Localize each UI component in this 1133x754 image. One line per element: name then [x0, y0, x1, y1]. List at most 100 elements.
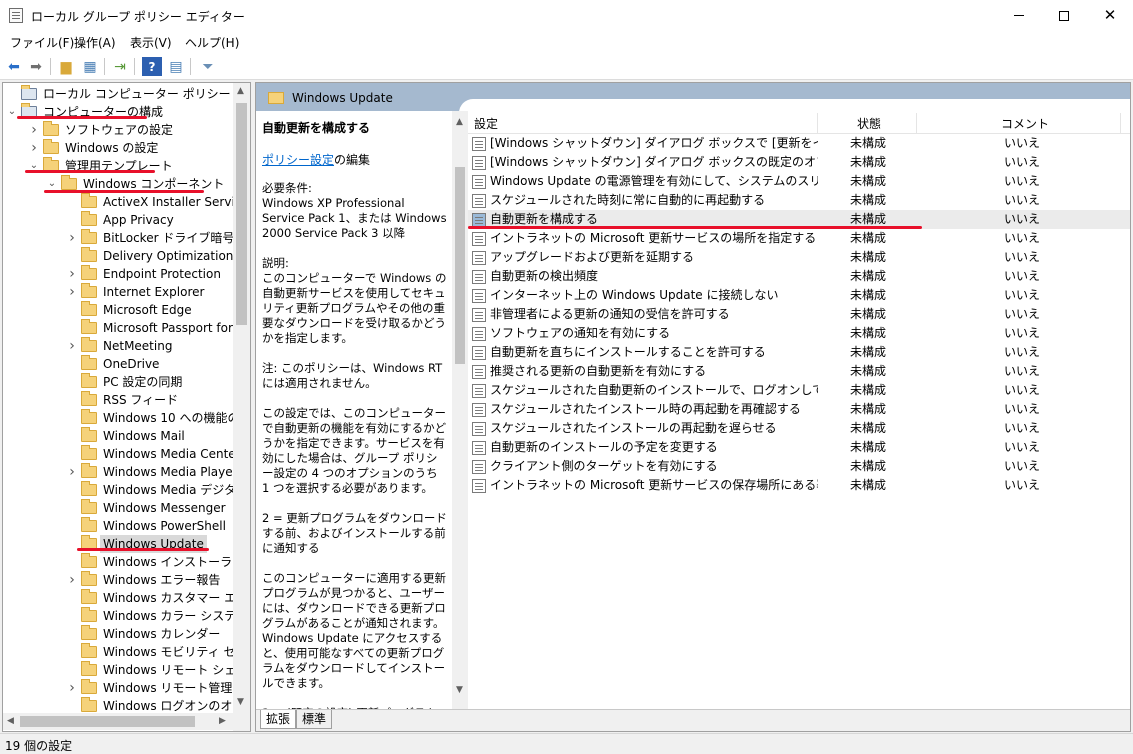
folder-icon: [81, 643, 97, 658]
annotation-underline: [44, 190, 204, 193]
policy-setting-icon: [472, 213, 486, 227]
policy-name: アップグレードおよび更新を延期する: [490, 250, 695, 264]
policy-row[interactable]: インターネット上の Windows Update に接続しない 未構成 いいえ: [468, 286, 1130, 305]
policy-row[interactable]: スケジュールされた時刻に常に自動的に再起動する 未構成 いいえ: [468, 191, 1130, 210]
menu-action[interactable]: 操作(A): [74, 34, 116, 51]
folder-icon: [81, 247, 97, 262]
tree-item-label: Windows エラー報告: [103, 573, 221, 587]
properties-button[interactable]: ▤: [166, 57, 186, 76]
tree-item-label: Windows カラー システム: [103, 609, 248, 623]
up-folder-button[interactable]: ▆: [56, 57, 76, 76]
policy-row[interactable]: スケジュールされた自動更新のインストールで、ログオンしているユーザ... 未構成 い…: [468, 381, 1130, 400]
column-setting[interactable]: 設定: [474, 115, 498, 132]
menu-help[interactable]: ヘルプ(H): [185, 34, 239, 51]
maximize-button[interactable]: [1041, 0, 1087, 31]
tree-item-label: Microsoft Passport for W: [103, 321, 249, 335]
chevron-right-icon[interactable]: ›: [67, 265, 77, 283]
policy-row[interactable]: 自動更新を直ちにインストールすることを許可する 未構成 いいえ: [468, 343, 1130, 362]
scroll-down-icon: ▼: [456, 685, 463, 695]
folder-icon: [81, 337, 97, 352]
column-state[interactable]: 状態: [857, 115, 881, 132]
policy-state: 未構成: [850, 155, 887, 169]
policy-row[interactable]: スケジュールされたインストール時の再起動を再確認する 未構成 いいえ: [468, 400, 1130, 419]
policy-row[interactable]: 自動更新の検出頻度 未構成 いいえ: [468, 267, 1130, 286]
column-comment[interactable]: コメント: [1001, 115, 1049, 132]
status-text: 19 個の設定: [5, 739, 73, 753]
policy-name: 自動更新を直ちにインストールすることを許可する: [490, 345, 766, 359]
tree-item-label: Internet Explorer: [103, 285, 205, 299]
policy-row[interactable]: イントラネットの Microsoft 更新サービスの保存場所にある署名済... 未…: [468, 476, 1130, 495]
folder-icon: [81, 409, 97, 424]
policy-row[interactable]: クライアント側のターゲットを有効にする 未構成 いいえ: [468, 457, 1130, 476]
policy-row[interactable]: [Windows シャットダウン] ダイアログ ボックスで [更新をインストール…: [468, 134, 1130, 153]
tree-vertical-scrollbar[interactable]: ▲ ▼: [233, 83, 250, 731]
minimize-button[interactable]: [996, 0, 1042, 31]
column-divider[interactable]: [817, 113, 818, 133]
tab-standard[interactable]: 標準: [296, 710, 333, 729]
tree-scroll-thumb[interactable]: [236, 103, 247, 325]
chevron-right-icon[interactable]: ›: [29, 139, 39, 157]
policy-icon: [21, 85, 37, 100]
chevron-right-icon[interactable]: ›: [67, 337, 77, 355]
folder-icon: [43, 139, 59, 154]
chevron-right-icon[interactable]: ›: [29, 121, 39, 139]
help-button[interactable]: ?: [142, 57, 162, 76]
filter-button[interactable]: ⏷: [198, 57, 218, 76]
description-scroll-thumb[interactable]: [455, 167, 465, 364]
policy-state: 未構成: [850, 269, 887, 283]
tree-item-label: Windows の設定: [65, 141, 159, 155]
chevron-right-icon[interactable]: ›: [67, 229, 77, 247]
forward-button[interactable]: ➡: [26, 57, 46, 76]
list-header: 設定 状態 コメント: [468, 111, 1130, 134]
policy-setting-icon: [472, 308, 486, 322]
policy-row[interactable]: 推奨される更新の自動更新を有効にする 未構成 いいえ: [468, 362, 1130, 381]
column-divider[interactable]: [916, 113, 917, 133]
policy-row[interactable]: スケジュールされたインストールの再起動を遅らせる 未構成 いいえ: [468, 419, 1130, 438]
folder-icon: [81, 625, 97, 640]
back-button[interactable]: ⬅: [4, 57, 24, 76]
column-divider[interactable]: [1120, 113, 1121, 133]
policy-row[interactable]: 非管理者による更新の通知の受信を許可する 未構成 いいえ: [468, 305, 1130, 324]
policy-setting-icon: [472, 270, 486, 284]
policy-row[interactable]: 自動更新のインストールの予定を変更する 未構成 いいえ: [468, 438, 1130, 457]
menu-view[interactable]: 表示(V): [130, 34, 172, 51]
tree-item-label: App Privacy: [103, 213, 174, 227]
chevron-right-icon[interactable]: ›: [67, 679, 77, 697]
chevron-right-icon[interactable]: ›: [67, 463, 77, 481]
toolbar-separator: [134, 58, 135, 75]
policy-state: 未構成: [850, 383, 887, 397]
tree-hscroll-thumb[interactable]: [20, 716, 195, 727]
chevron-right-icon[interactable]: ›: [67, 283, 77, 301]
policy-row[interactable]: ソフトウェアの通知を有効にする 未構成 いいえ: [468, 324, 1130, 343]
policy-name: スケジュールされたインストール時の再起動を再確認する: [490, 402, 801, 416]
folder-icon: [81, 427, 97, 442]
folder-icon: [43, 121, 59, 136]
policy-comment: いいえ: [1004, 383, 1041, 397]
console-tree[interactable]: ローカル コンピューター ポリシー ⌄ コンピューターの構成 › ソフトウェアの設定 › W…: [2, 82, 251, 732]
tree-item-label: Windows リモート管理 (Wi: [103, 681, 251, 695]
menu-file[interactable]: ファイル(F): [10, 34, 74, 51]
close-button[interactable]: ✕: [1087, 0, 1133, 31]
tree-horizontal-scrollbar[interactable]: ◀ ▶: [3, 713, 233, 730]
policy-state: 未構成: [850, 364, 887, 378]
folder-icon: [81, 301, 97, 316]
policy-row[interactable]: [Windows シャットダウン] ダイアログ ボックスの既定のオプションを […: [468, 153, 1130, 172]
policy-row[interactable]: イントラネットの Microsoft 更新サービスの場所を指定する 未構成 いいえ: [468, 229, 1130, 248]
folder-icon: [81, 589, 97, 604]
tree-item-label: Windows カスタマー エクスペ: [103, 591, 250, 605]
show-hide-tree-button[interactable]: ▦: [80, 57, 100, 76]
folder-icon: [81, 265, 97, 280]
chevron-right-icon[interactable]: ›: [67, 571, 77, 589]
policy-row[interactable]: アップグレードおよび更新を延期する 未構成 いいえ: [468, 248, 1130, 267]
tab-extended[interactable]: 拡張: [260, 710, 297, 729]
policy-comment: いいえ: [1004, 459, 1041, 473]
edit-policy-link[interactable]: ポリシー設定: [262, 153, 334, 167]
policy-state: 未構成: [850, 136, 887, 150]
folder-icon: [81, 193, 97, 208]
tree-item-label: Windows Mail: [103, 429, 185, 443]
description-scrollbar[interactable]: ▲ ▼: [452, 111, 468, 709]
export-list-button[interactable]: ⇥: [110, 57, 130, 76]
tree-item-label: RSS フィード: [103, 393, 179, 407]
chevron-down-icon[interactable]: ⌄: [7, 103, 17, 121]
policy-row[interactable]: Windows Update の電源管理を有効にして、システムのスリープ状...…: [468, 172, 1130, 191]
